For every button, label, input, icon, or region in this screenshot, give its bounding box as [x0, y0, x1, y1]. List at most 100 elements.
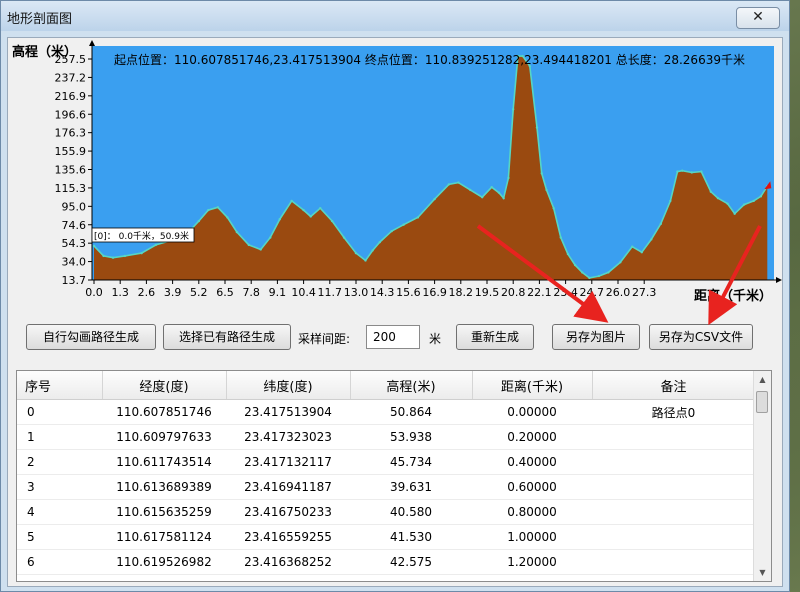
col-header-index[interactable]: 序号 [17, 371, 103, 400]
profile-info-text: 起点位置：110.607851746,23.417513904 终点位置：110… [114, 52, 745, 67]
cell-distance: 1.00000 [472, 524, 592, 550]
elevation-point [433, 197, 436, 201]
elevation-point [659, 222, 663, 226]
col-header-elevation[interactable]: 高程(米) [350, 371, 473, 400]
elevation-point [631, 245, 634, 248]
elevation-point [140, 251, 143, 255]
col-header-remark[interactable]: 备注 [592, 371, 756, 400]
elevation-point [676, 170, 679, 173]
cell-latitude: 23.417132117 [226, 449, 350, 475]
table-row[interactable]: 2 110.611743514 23.417132117 45.734 0.40000 [17, 449, 755, 475]
col-header-distance[interactable]: 距离(千米) [472, 371, 593, 400]
y-tick-label: 95.0 [62, 200, 87, 213]
elevation-point [650, 238, 653, 241]
scroll-down-arrow-icon[interactable]: ▼ [754, 564, 771, 581]
cell-elevation: 44.229 [350, 574, 472, 581]
cell-distance: 0.00000 [472, 399, 592, 425]
elevation-point [597, 274, 601, 278]
close-button[interactable]: ✕ [736, 7, 780, 29]
cell-longitude: 110.619526982 [102, 549, 226, 575]
elevation-point [752, 199, 755, 203]
terrain-profile-dialog: 地形剖面图 ✕ 13.7 34.0 54.3 74.6 95.0 115.3 135.6 15… [0, 0, 790, 592]
cell-elevation: 40.580 [350, 499, 472, 525]
table-row[interactable]: 4 110.615635259 23.416750233 40.580 0.80000 [17, 499, 755, 525]
x-tick-label: 14.3 [370, 286, 395, 299]
cell-index: 7 [17, 574, 102, 581]
elevation-point [566, 252, 570, 256]
x-tick-label: 1.3 [111, 286, 129, 299]
cell-longitude: 110.613689389 [102, 474, 226, 500]
col-header-longitude[interactable]: 经度(度) [102, 371, 227, 400]
dialog-client: 13.7 34.0 54.3 74.6 95.0 115.3 135.6 155.9 176.3… [7, 37, 783, 587]
save-as-csv-button[interactable]: 另存为CSV文件 [649, 324, 753, 350]
x-tick-label: 6.5 [216, 286, 234, 299]
elevation-point [726, 202, 729, 205]
x-tick-label: 19.5 [475, 286, 500, 299]
elevation-point [540, 172, 543, 175]
cell-elevation: 50.864 [350, 399, 472, 425]
elevation-point [690, 171, 693, 174]
elevation-point [378, 240, 381, 244]
table-row[interactable]: 7110.62147283523.41617722544.2291.40000 [17, 574, 755, 581]
elevation-point [290, 199, 293, 203]
table-row[interactable]: 1 110.609797633 23.417323023 53.938 0.20000 [17, 424, 755, 450]
draw-path-button[interactable]: 自行勾画路径生成 [26, 324, 156, 350]
scroll-up-arrow-icon[interactable]: ▲ [754, 371, 771, 388]
cell-longitude: 110.609797633 [102, 424, 226, 450]
y-tick-label: 176.3 [55, 127, 87, 140]
action-toolbar: 自行勾画路径生成 选择已有路径生成 采样间距: 米 重新生成 另存为图片 另存为… [8, 316, 782, 356]
y-tick-label: 237.2 [55, 71, 87, 84]
cell-longitude: 110.615635259 [102, 499, 226, 525]
sampling-interval-input[interactable] [366, 325, 420, 349]
table-row[interactable]: 6 110.619526982 23.416368252 42.575 1.20000 [17, 549, 755, 575]
x-axis-arrow-icon [776, 277, 782, 283]
x-tick-label: 5.2 [190, 286, 208, 299]
col-header-latitude[interactable]: 纬度(度) [226, 371, 351, 400]
elevation-point [709, 190, 713, 193]
elevation-point [154, 243, 158, 247]
table-row[interactable]: 5 110.617581124 23.416559255 41.530 1.00000 [17, 524, 755, 550]
cell-remark [592, 424, 755, 450]
table-row[interactable]: 0 110.607851746 23.417513904 50.864 0.00000 路… [17, 399, 755, 425]
elevation-point [197, 219, 200, 223]
cell-elevation: 41.530 [350, 524, 472, 550]
tooltip-text: [0]： 0.0千米，50.9米 [94, 230, 189, 242]
table-header-row: 序号 经度(度) 纬度(度) 高程(米) 距离(千米) 备注 [17, 371, 756, 400]
table-row[interactable]: 3 110.613689389 23.416941187 39.631 0.60000 [17, 474, 755, 500]
cell-remark [592, 474, 755, 500]
elevation-point [269, 236, 272, 239]
cell-latitude: 23.416559255 [226, 524, 350, 550]
elevation-point [371, 249, 374, 252]
elevation-point [354, 251, 358, 255]
cell-remark [592, 524, 755, 550]
table-vertical-scrollbar[interactable]: ▲ ▼ [753, 371, 771, 581]
elevation-point [111, 256, 115, 259]
cell-distance: 1.20000 [472, 549, 592, 575]
x-tick-label: 24.7 [580, 286, 605, 299]
elevation-point [102, 254, 105, 258]
elevation-point [447, 183, 451, 186]
cell-index: 0 [17, 399, 102, 425]
cell-elevation: 39.631 [350, 474, 472, 500]
y-tick-label: 196.6 [55, 108, 87, 121]
select-path-button[interactable]: 选择已有路径生成 [163, 324, 291, 350]
y-tick-label: 13.7 [62, 274, 87, 287]
regenerate-button[interactable]: 重新生成 [456, 324, 534, 350]
x-tick-label: 22.1 [527, 286, 552, 299]
cell-index: 1 [17, 424, 102, 450]
elevation-point [390, 229, 393, 233]
scroll-thumb[interactable] [756, 391, 768, 413]
elevation-point [416, 216, 420, 219]
x-tick-label: 20.8 [501, 286, 526, 299]
elevation-point [226, 216, 229, 219]
save-as-image-button[interactable]: 另存为图片 [552, 324, 640, 350]
elevation-point [342, 236, 346, 239]
cell-remark [592, 574, 755, 581]
elevation-point [535, 126, 539, 129]
cell-elevation: 45.734 [350, 449, 472, 475]
elevation-point [619, 261, 622, 264]
elevation-point [607, 271, 610, 274]
cell-remark [592, 549, 755, 575]
elevation-point [278, 218, 281, 221]
x-tick-label: 16.9 [422, 286, 447, 299]
